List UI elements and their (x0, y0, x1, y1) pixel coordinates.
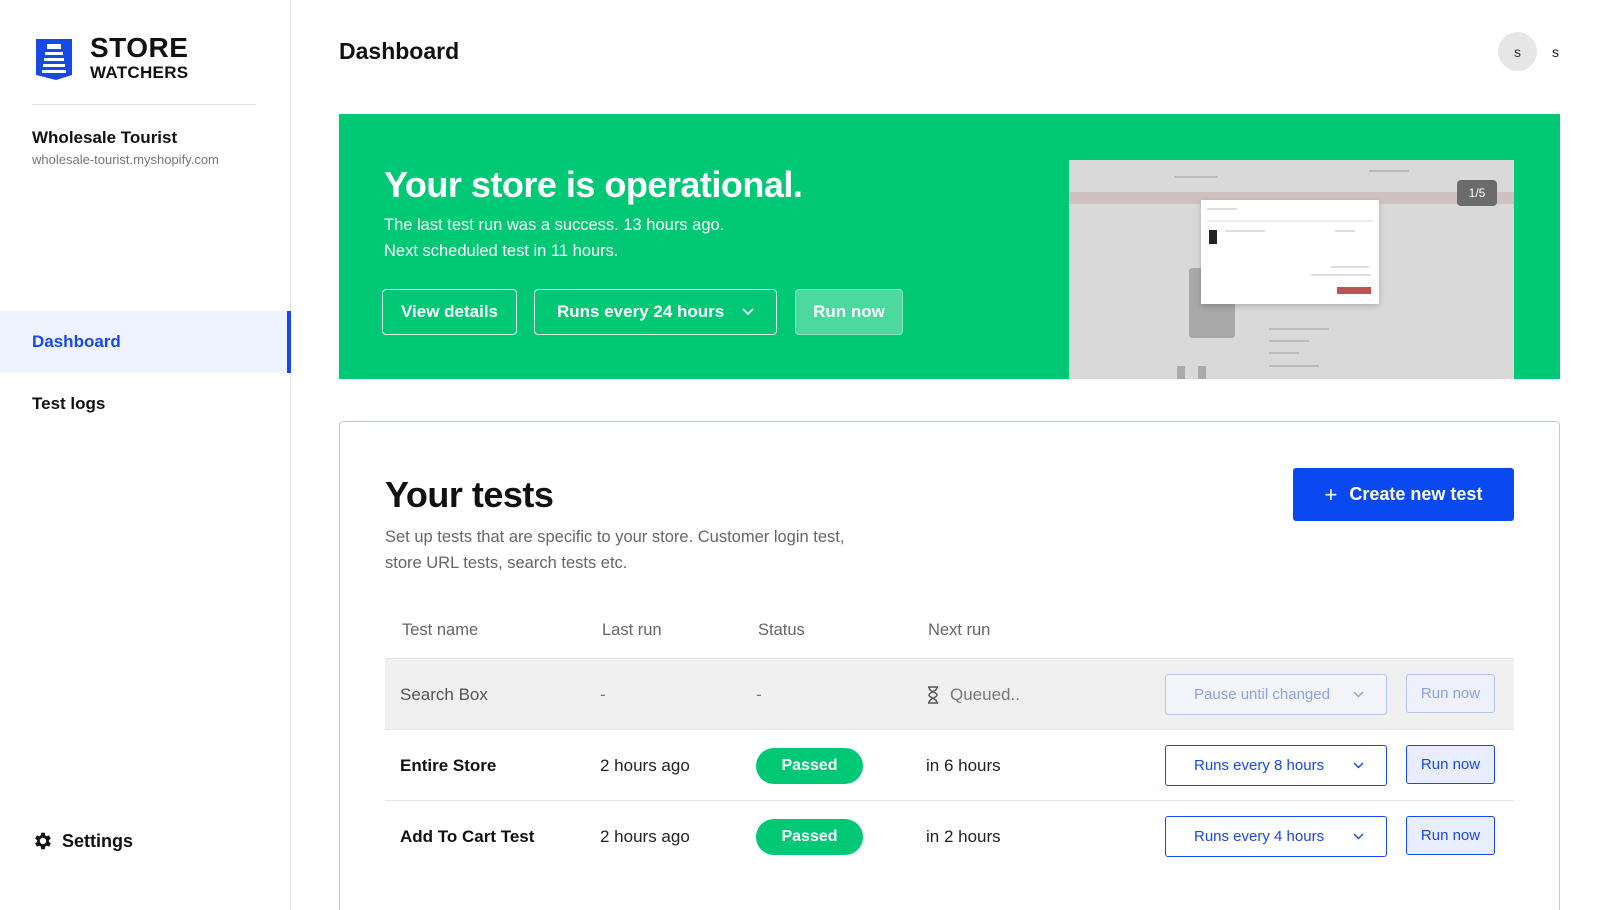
sidebar-divider (32, 104, 256, 105)
column-header-status: Status (758, 621, 805, 639)
brand-name-line1: STORE (90, 32, 189, 63)
tests-title: Your tests (385, 474, 554, 515)
schedule-dropdown[interactable]: Pause until changed (1165, 674, 1387, 715)
plus-icon: + (1324, 481, 1338, 507)
gear-icon (35, 832, 51, 850)
preview-text (1269, 352, 1299, 354)
run-now-button[interactable]: Run now (795, 289, 903, 335)
tests-description: Set up tests that are specific to your s… (385, 528, 845, 572)
table-row[interactable]: Search Box - - Queued.. Pause until chan… (385, 658, 1514, 729)
create-button-label: Create new test (1349, 484, 1483, 504)
sidebar-item-test-logs[interactable]: Test logs (0, 373, 291, 435)
test-name: Add To Cart Test (400, 826, 535, 846)
preview-text (1269, 340, 1309, 342)
last-run: - (600, 684, 606, 704)
run-now-button[interactable]: Run now (1406, 745, 1495, 784)
page-title: Dashboard (339, 38, 460, 64)
create-new-test-button[interactable]: + Create new test (1293, 468, 1514, 521)
last-run: 2 hours ago (600, 826, 690, 846)
banner-last-run: The last test run was a success. 13 hour… (384, 216, 725, 234)
preview-text (1269, 328, 1329, 330)
table-row[interactable]: Entire Store 2 hours ago Passed in 6 hou… (385, 729, 1514, 800)
chevron-down-icon (1353, 833, 1364, 840)
user-name[interactable]: s (1552, 44, 1559, 60)
schedule-label: Runs every 4 hours (1194, 828, 1325, 845)
preview-counter: 1/5 (1457, 180, 1497, 206)
chevron-down-icon (742, 308, 754, 316)
tests-card: Your tests Set up tests that are specifi… (339, 421, 1560, 910)
store-schedule-dropdown[interactable]: Runs every 24 hours (534, 289, 777, 335)
preview-image-part (1177, 366, 1185, 379)
schedule-dropdown[interactable]: Runs every 8 hours (1165, 745, 1387, 786)
preview-text (1174, 176, 1218, 178)
sidebar-item-settings[interactable]: Settings (32, 830, 133, 852)
column-header-test-name: Test name (402, 621, 479, 639)
schedule-dropdown[interactable]: Runs every 4 hours (1165, 816, 1387, 857)
brand-logo[interactable]: STORE WATCHERS (32, 34, 188, 81)
preview-cart-modal (1201, 200, 1379, 304)
avatar[interactable]: s (1498, 32, 1537, 71)
sidebar-item-label: Test logs (32, 394, 106, 413)
run-now-button[interactable]: Run now (1406, 674, 1495, 713)
sidebar-item-dashboard[interactable]: Dashboard (0, 311, 291, 373)
store-url: wholesale-tourist.myshopify.com (32, 152, 219, 167)
schedule-label: Runs every 24 hours (557, 302, 725, 321)
sidebar: STORE WATCHERS Wholesale Tourist wholesa… (0, 0, 291, 910)
screenshot-preview[interactable]: 1/5 (1069, 160, 1514, 379)
preview-text (1269, 365, 1319, 367)
table-row[interactable]: Add To Cart Test 2 hours ago Passed in 2… (385, 800, 1514, 871)
brand-name-line2: WATCHERS (90, 63, 189, 82)
view-details-button[interactable]: View details (382, 289, 517, 335)
preview-image-part (1198, 366, 1206, 379)
banner-next-run: Next scheduled test in 11 hours. (384, 242, 619, 260)
next-run: in 2 hours (926, 826, 1001, 846)
next-run-label: Queued.. (950, 684, 1020, 704)
status-badge: Passed (756, 818, 863, 855)
hourglass-icon (928, 685, 938, 704)
status-text: - (756, 684, 762, 704)
column-header-next-run: Next run (928, 621, 991, 639)
chevron-down-icon (1353, 762, 1364, 769)
schedule-label: Runs every 8 hours (1194, 757, 1325, 774)
column-header-last-run: Last run (602, 621, 662, 639)
store-name: Wholesale Tourist (32, 128, 178, 147)
app-root: STORE WATCHERS Wholesale Tourist wholesa… (0, 0, 1600, 910)
next-run: in 6 hours (926, 755, 1001, 775)
sidebar-item-label: Dashboard (32, 332, 121, 351)
settings-label: Settings (62, 830, 134, 851)
status-cell: Passed (756, 730, 863, 801)
lighthouse-logo-icon (36, 38, 72, 80)
status-cell: Passed (756, 801, 863, 872)
test-name: Entire Store (400, 755, 497, 775)
banner-title: Your store is operational. (384, 164, 803, 205)
test-name: Search Box (400, 684, 488, 704)
run-now-button[interactable]: Run now (1406, 816, 1495, 855)
last-run: 2 hours ago (600, 755, 690, 775)
status-badge: Passed (756, 747, 863, 784)
preview-text (1369, 170, 1409, 172)
chevron-down-icon (1353, 691, 1364, 698)
schedule-label: Pause until changed (1194, 686, 1330, 703)
status-banner: Your store is operational. The last test… (339, 114, 1560, 379)
next-run: Queued.. (926, 659, 1020, 730)
